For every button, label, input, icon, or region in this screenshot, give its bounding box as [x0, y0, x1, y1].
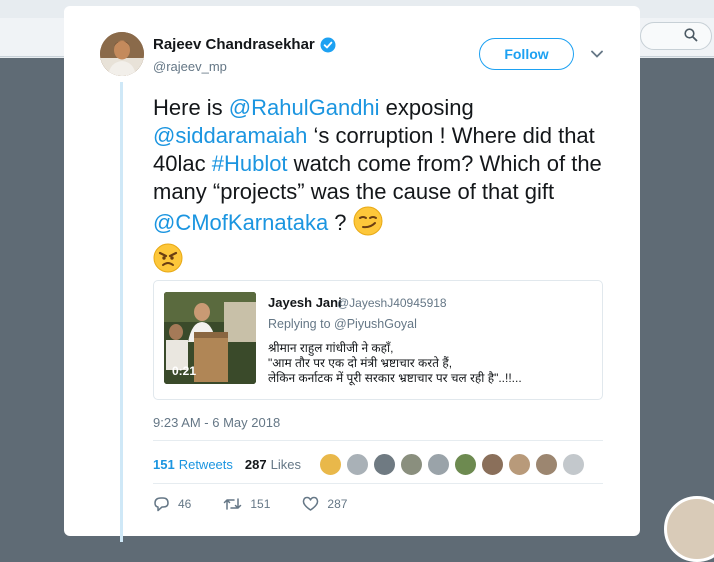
reply-icon [154, 497, 169, 512]
video-duration: 0:21 [172, 364, 197, 378]
smirking-face-icon [353, 206, 383, 243]
liker-avatar[interactable] [534, 453, 558, 476]
quoted-author-handle[interactable]: @JayeshJ40945918 [337, 296, 447, 310]
like-count-link[interactable]: 287 Likes [245, 457, 301, 472]
liker-avatar[interactable] [480, 453, 504, 476]
liker-avatar[interactable] [345, 453, 369, 476]
tweet-link[interactable]: @siddaramaiah [153, 123, 307, 148]
heart-icon [303, 496, 319, 511]
retweet-icon [224, 498, 242, 510]
retweet-button[interactable]: 151 [223, 496, 270, 512]
quoted-tweet[interactable]: 0:21 Jayesh Jani @JayeshJ40945918 Replyi… [153, 280, 603, 400]
background-search-field[interactable] [640, 22, 712, 50]
divider [153, 440, 603, 441]
liker-avatar[interactable] [399, 453, 423, 476]
tweet-text-segment: ? [328, 210, 353, 235]
liker-avatar[interactable] [453, 453, 477, 476]
verified-badge-icon [320, 37, 336, 52]
liker-avatar[interactable] [561, 453, 585, 476]
tweet-link[interactable]: @RahulGandhi [229, 95, 380, 120]
angry-face-icon [153, 243, 183, 280]
video-thumbnail[interactable]: 0:21 [164, 292, 256, 384]
tweet-text: Here is @RahulGandhi exposing @siddarama… [153, 94, 623, 280]
tweet-actions: 46 151 287 [153, 496, 379, 512]
tweet-link[interactable]: @CMofKarnataka [153, 210, 328, 235]
author-name[interactable]: Rajeev Chandrasekhar [153, 36, 315, 53]
reply-count: 46 [178, 497, 192, 511]
liker-avatars [318, 453, 585, 476]
divider [153, 483, 603, 484]
like-action-count: 287 [327, 497, 348, 511]
liker-avatar[interactable] [372, 453, 396, 476]
author-handle[interactable]: @rajeev_mp [153, 59, 227, 74]
quoted-text-line: "आम तौर पर एक दो मंत्री भ्रष्टाचार करते … [268, 356, 453, 370]
thread-line [120, 82, 123, 542]
retweet-action-count: 151 [250, 497, 271, 511]
quoted-text-line: श्रीमान राहुल गांधीजी ने कहाँ, [268, 341, 394, 355]
quoted-tweet-text: श्रीमान राहुल गांधीजी ने कहाँ, "आम तौर प… [268, 341, 598, 386]
author-name-row: Rajeev Chandrasekhar [153, 36, 336, 53]
retweet-count-link[interactable]: 151 Retweets [153, 457, 233, 472]
replying-to[interactable]: Replying to @PiyushGoyal [268, 317, 417, 331]
liker-avatar[interactable] [318, 453, 342, 476]
liker-avatar[interactable] [507, 453, 531, 476]
background-avatar [664, 496, 714, 562]
tweet-text-segment: Here is [153, 95, 229, 120]
like-button[interactable]: 287 [302, 496, 347, 512]
reply-button[interactable]: 46 [153, 496, 191, 512]
chevron-down-icon[interactable] [591, 50, 603, 58]
quoted-text-line: लेकिन कर्नाटक में पूरी सरकार भ्रष्टाचार … [268, 371, 522, 385]
search-icon[interactable] [684, 28, 698, 42]
tweet-modal: Rajeev Chandrasekhar @rajeev_mp Follow H… [64, 6, 640, 542]
author-avatar[interactable] [100, 32, 144, 76]
tweet-link[interactable]: #Hublot [212, 151, 288, 176]
tweet-text-segment: exposing [379, 95, 474, 120]
tweet-stats: 151 Retweets 287 Likes [153, 453, 585, 476]
follow-button[interactable]: Follow [479, 38, 574, 70]
quoted-author-name[interactable]: Jayesh Jani [268, 295, 342, 310]
liker-avatar[interactable] [426, 453, 450, 476]
tweet-timestamp[interactable]: 9:23 AM - 6 May 2018 [153, 415, 280, 430]
